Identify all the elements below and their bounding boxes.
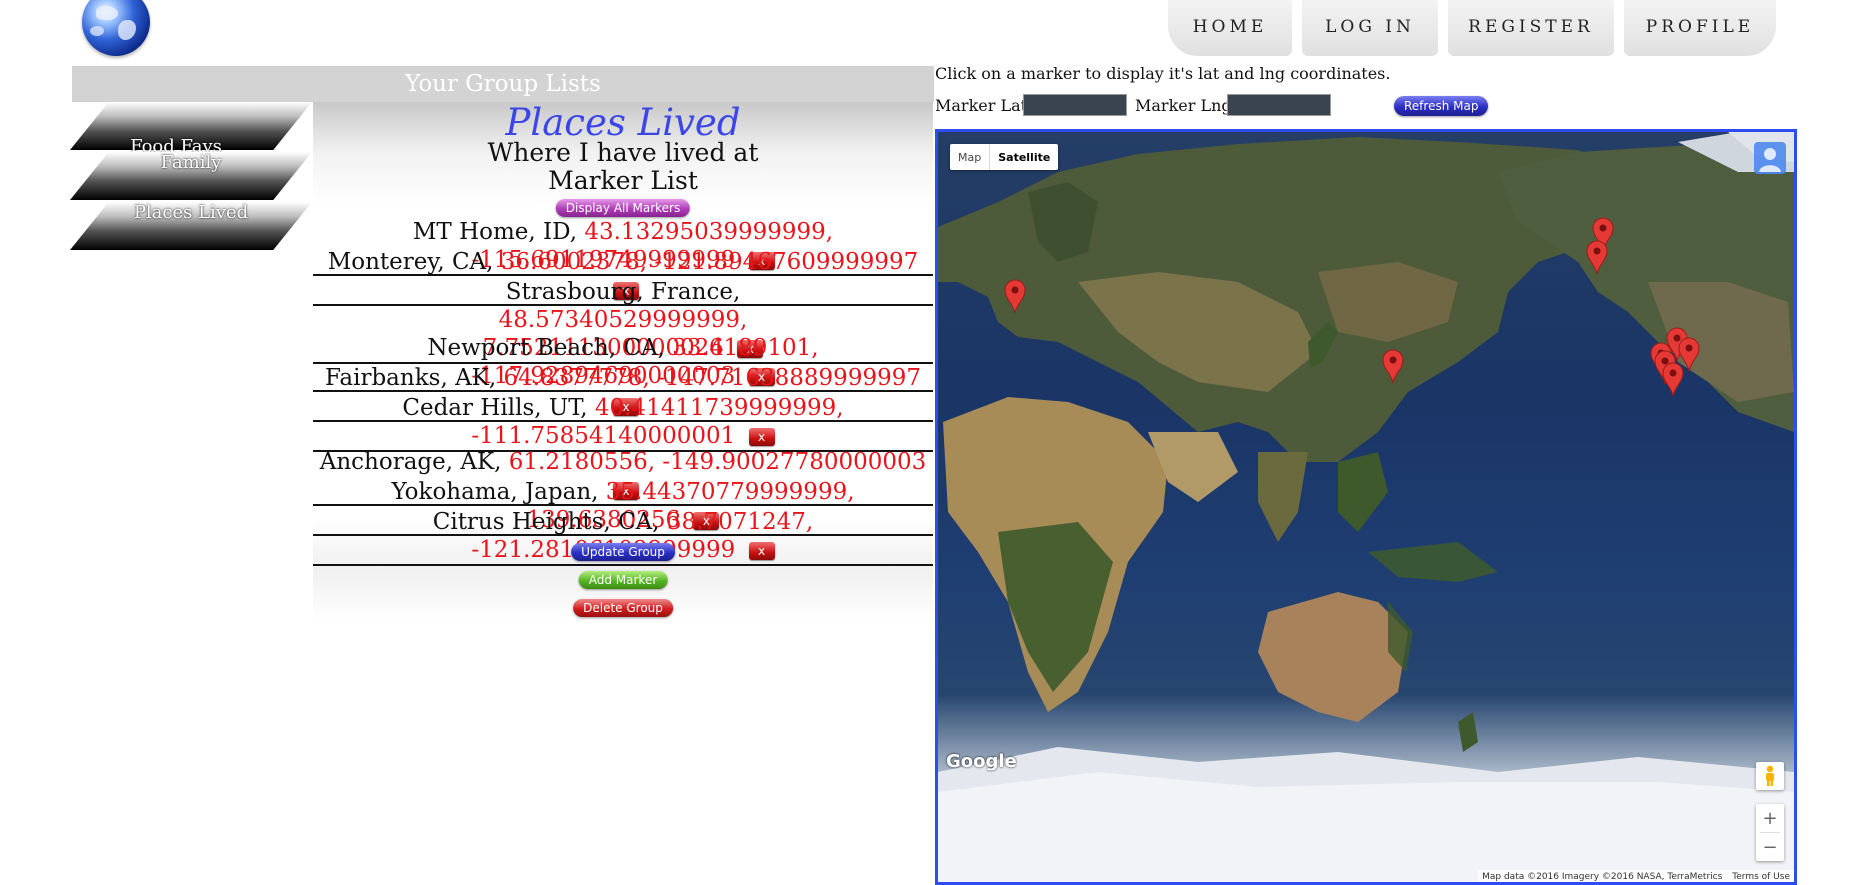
marker-coords: 64.8377778, -147.71638889999997 [503, 365, 921, 391]
marker-coords: 61.2180556, -149.90027780000003 [508, 449, 927, 475]
group-lists-header: Your Group Lists [72, 66, 934, 102]
group-tab-family[interactable]: Family [70, 152, 312, 200]
marker-lat-label: Marker Lat: [935, 96, 1033, 115]
zoom-control: + − [1756, 804, 1784, 861]
marker-lng-input[interactable] [1227, 94, 1331, 116]
group-tab-label: Places Lived [133, 202, 249, 223]
map-type-control: Map Satellite [950, 144, 1059, 170]
marker-name: Strasbourg, France [505, 279, 733, 305]
marker-name: MT Home, ID [412, 219, 570, 245]
zoom-out-button[interactable]: − [1756, 833, 1784, 861]
refresh-map-button[interactable]: Refresh Map [1394, 96, 1489, 116]
map-type-satellite-button[interactable]: Satellite [990, 144, 1058, 170]
marker-name: Newport Beach, CA [427, 335, 658, 361]
display-all-markers-button[interactable]: Display All Markers [555, 199, 691, 217]
delete-group-button[interactable]: Delete Group [573, 599, 673, 617]
map-marker-pin-yokohama[interactable] [1382, 349, 1404, 383]
group-tab-food-favs[interactable]: Food Favs [70, 102, 312, 157]
satellite-imagery [938, 132, 1794, 882]
marker-lng-label: Marker Lng: [1135, 96, 1238, 115]
marker-row: Cedar Hills, UT, 40.41411739999999, -111… [313, 394, 933, 452]
marker-name: Yokohama, Japan [391, 479, 592, 505]
globe-logo[interactable] [82, 0, 150, 56]
attribution-text: Map data ©2016 Imagery ©2016 NASA, Terra… [1482, 872, 1723, 882]
nav-register[interactable]: REGISTER [1448, 0, 1614, 56]
update-group-button[interactable]: Update Group [571, 543, 675, 561]
group-subtitle: Where I have lived at [487, 138, 759, 167]
delete-marker-button[interactable]: x [748, 428, 775, 446]
group-tab-places-lived[interactable]: Places Lived [70, 202, 312, 250]
street-view-pegman-icon[interactable] [1756, 762, 1784, 790]
map-marker-pin-strasbourg[interactable] [1004, 279, 1026, 313]
zoom-in-button[interactable]: + [1756, 804, 1784, 832]
marker-name: Fairbanks, AK [325, 365, 489, 391]
map-type-map-button[interactable]: Map [950, 144, 989, 170]
google-logo: Google [946, 751, 1017, 772]
map-marker-pin-newport-beach[interactable] [1662, 362, 1684, 396]
marker-name: Citrus Heights, CA [432, 509, 653, 535]
map-instructions: Click on a marker to display it's lat an… [935, 64, 1391, 83]
google-map[interactable]: Map Satellite + − Google Map data ©2016 … [935, 129, 1797, 885]
marker-coords: 36.6002378, -121.89467609999997 [500, 249, 919, 275]
nav-home[interactable]: HOME [1168, 0, 1292, 56]
terms-of-use-link[interactable]: Terms of Use [1732, 872, 1790, 882]
marker-name: Anchorage, AK [319, 449, 495, 475]
nav-profile[interactable]: PROFILE [1624, 0, 1776, 56]
group-tab-label: Family [160, 152, 222, 173]
delete-marker-button[interactable]: x [748, 542, 775, 560]
map-attribution: Map data ©2016 Imagery ©2016 NASA, Terra… [1478, 870, 1794, 882]
marker-name: Cedar Hills, UT [402, 395, 581, 421]
account-icon[interactable] [1754, 142, 1786, 174]
marker-lat-input[interactable] [1023, 94, 1127, 116]
group-detail-panel: Places Lived Where I have lived at Marke… [313, 102, 933, 622]
map-marker-pin-anchorage[interactable] [1586, 240, 1608, 274]
nav-login[interactable]: LOG IN [1302, 0, 1438, 56]
marker-name: Monterey, CA [327, 249, 487, 275]
marker-list-heading: Marker List [548, 166, 698, 195]
add-marker-button[interactable]: Add Marker [578, 571, 668, 589]
